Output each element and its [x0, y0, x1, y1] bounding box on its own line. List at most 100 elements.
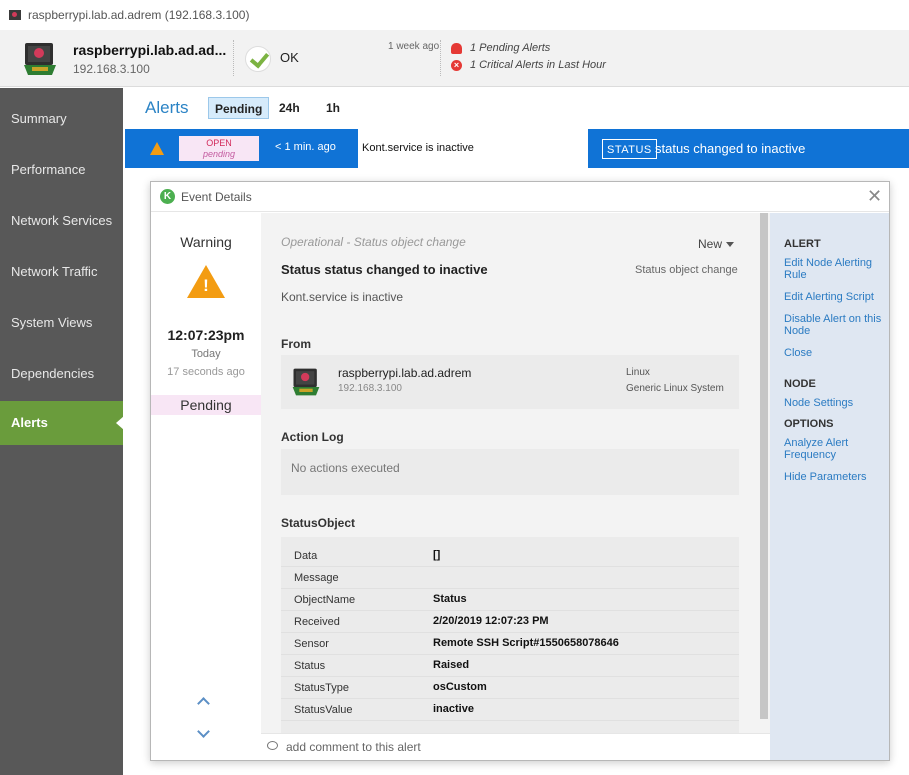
alerts-toolbar: Alerts Pending 24h 1h: [123, 88, 909, 128]
table-row: Message: [281, 567, 739, 589]
tab-pending[interactable]: Pending: [208, 97, 270, 119]
from-heading: From: [281, 337, 311, 351]
actions-panel: ALERT Edit Node Alerting Rule Edit Alert…: [770, 213, 889, 760]
event-summary-panel: Warning ! 12:07:23pm Today 17 seconds ag…: [151, 213, 261, 738]
status-object-table: Data [] Message ObjectName Status Receiv…: [281, 537, 739, 733]
critical-alerts-text: 1 Critical Alerts in Last Hour: [470, 59, 606, 71]
raspberry-pi-icon: [24, 43, 56, 75]
param-key: StatusValue: [294, 704, 353, 716]
state-pending: pending: [202, 149, 236, 159]
event-day: Today: [191, 348, 221, 360]
analyze-alert-frequency-link[interactable]: Analyze Alert Frequency: [784, 437, 884, 461]
dialog-title: Event Details: [181, 190, 252, 204]
scrollbar-thumb[interactable]: [760, 213, 768, 719]
sidebar-item-alerts[interactable]: Alerts: [0, 401, 124, 445]
title-bar: raspberrypi.lab.ad.adrem (192.168.3.100): [0, 0, 909, 30]
node-name[interactable]: raspberrypi.lab.ad.ad...: [73, 42, 226, 58]
alert-state-badge: OPEN pending: [179, 136, 259, 161]
edit-node-alerting-rule-link[interactable]: Edit Node Alerting Rule: [784, 257, 884, 281]
chevron-down-icon[interactable]: [197, 725, 210, 738]
event-title: Status status changed to inactive: [281, 262, 488, 277]
param-key: StatusType: [294, 682, 350, 694]
table-row: ObjectName Status: [281, 589, 739, 611]
state-dropdown[interactable]: New: [698, 237, 735, 251]
raspberry-pi-icon: [292, 368, 320, 396]
event-details-dialog: K Event Details ✕ Warning ! 12:07:23pm T…: [150, 181, 890, 761]
hide-parameters-link[interactable]: Hide Parameters: [784, 471, 884, 483]
event-description: Kont.service is inactive: [281, 290, 404, 304]
divider: [440, 40, 441, 76]
from-node-name[interactable]: raspberrypi.lab.ad.adrem: [338, 366, 471, 380]
window-title: raspberrypi.lab.ad.adrem (192.168.3.100): [28, 8, 250, 22]
param-key: Data: [294, 550, 318, 562]
critical-alerts-summary[interactable]: × 1 Critical Alerts in Last Hour: [451, 59, 606, 71]
param-value: 2/20/2019 12:07:23 PM: [433, 615, 549, 627]
action-log-empty: No actions executed: [291, 461, 400, 475]
sidebar-item-network-traffic[interactable]: Network Traffic: [0, 241, 123, 292]
comment-bar[interactable]: add comment to this alert: [261, 733, 770, 760]
severity-label: Warning: [180, 234, 232, 250]
dialog-header: K Event Details ✕: [151, 182, 889, 212]
ok-check-icon: [245, 46, 271, 72]
node-status: OK: [280, 50, 299, 65]
sidebar-item-performance[interactable]: Performance: [0, 139, 123, 190]
edit-alerting-script-link[interactable]: Edit Alerting Script: [784, 291, 884, 303]
sidebar-item-system-views[interactable]: System Views: [0, 292, 123, 343]
tab-1h[interactable]: 1h: [320, 97, 346, 119]
k-logo-icon: K: [160, 189, 175, 204]
raspberry-pi-icon: [9, 10, 21, 20]
status-badge: STATUS: [602, 139, 657, 159]
options-section-heading: OPTIONS: [784, 418, 834, 430]
from-node-ip: 192.168.3.100: [338, 383, 402, 394]
disable-alert-link[interactable]: Disable Alert on this Node: [784, 313, 884, 337]
param-value: osCustom: [433, 681, 487, 693]
param-value: Status: [433, 593, 467, 605]
sidebar-item-summary[interactable]: Summary: [0, 88, 123, 139]
from-node-os: Linux: [626, 367, 650, 378]
event-time: 12:07:23pm: [167, 327, 245, 343]
from-card: raspberrypi.lab.ad.adrem 192.168.3.100 L…: [281, 355, 739, 409]
alert-status-text: status changed to inactive: [655, 141, 806, 156]
alert-section-heading: ALERT: [784, 238, 821, 250]
tab-24h[interactable]: 24h: [273, 97, 306, 119]
comment-input[interactable]: add comment to this alert: [286, 740, 421, 754]
event-ago: 17 seconds ago: [167, 366, 245, 378]
alert-message: Kont.service is inactive: [362, 142, 474, 154]
scrollbar[interactable]: [758, 213, 770, 733]
table-row: Status Raised: [281, 655, 739, 677]
comment-icon: [267, 741, 278, 750]
event-details-body: Operational - Status object change New S…: [261, 213, 758, 733]
alert-age: < 1 min. ago: [275, 141, 336, 153]
warning-icon-mark: !: [203, 276, 209, 295]
table-row: Received 2/20/2019 12:07:23 PM: [281, 611, 739, 633]
from-node-system: Generic Linux System: [626, 383, 724, 394]
sidebar-item-network-services[interactable]: Network Services: [0, 190, 123, 241]
close-icon[interactable]: ✕: [867, 187, 882, 205]
param-key: Sensor: [294, 638, 329, 650]
divider: [233, 40, 234, 76]
param-key: Status: [294, 660, 326, 672]
event-category: Operational - Status object change: [281, 235, 466, 249]
node-settings-link[interactable]: Node Settings: [784, 397, 884, 409]
table-row: Sensor Remote SSH Script#1550658078646: [281, 633, 739, 655]
close-alert-link[interactable]: Close: [784, 347, 884, 359]
node-section-heading: NODE: [784, 378, 816, 390]
critical-x-icon: ×: [451, 59, 462, 71]
state-dropdown-label: New: [698, 237, 723, 251]
pending-alerts-summary[interactable]: 1 Pending Alerts: [451, 42, 550, 54]
sidebar-item-dependencies[interactable]: Dependencies: [0, 343, 123, 394]
app-window: raspberrypi.lab.ad.adrem (192.168.3.100)…: [0, 0, 909, 775]
table-row: StatusValue inactive: [281, 699, 739, 721]
pending-alerts-text: 1 Pending Alerts: [470, 42, 551, 54]
param-value: Remote SSH Script#1550658078646: [433, 637, 619, 649]
chevron-down-icon: [726, 242, 735, 248]
table-row: Data []: [281, 545, 739, 567]
chevron-up-icon[interactable]: [197, 697, 210, 710]
alert-row[interactable]: OPEN pending < 1 min. ago Kont.service i…: [125, 129, 909, 168]
param-value: []: [433, 549, 441, 561]
action-log-heading: Action Log: [281, 430, 344, 444]
param-key: Received: [294, 616, 340, 628]
param-key: Message: [294, 572, 339, 584]
node-header: raspberrypi.lab.ad.ad... 192.168.3.100 O…: [0, 30, 909, 87]
sidebar: Summary Performance Network Services Net…: [0, 88, 124, 775]
